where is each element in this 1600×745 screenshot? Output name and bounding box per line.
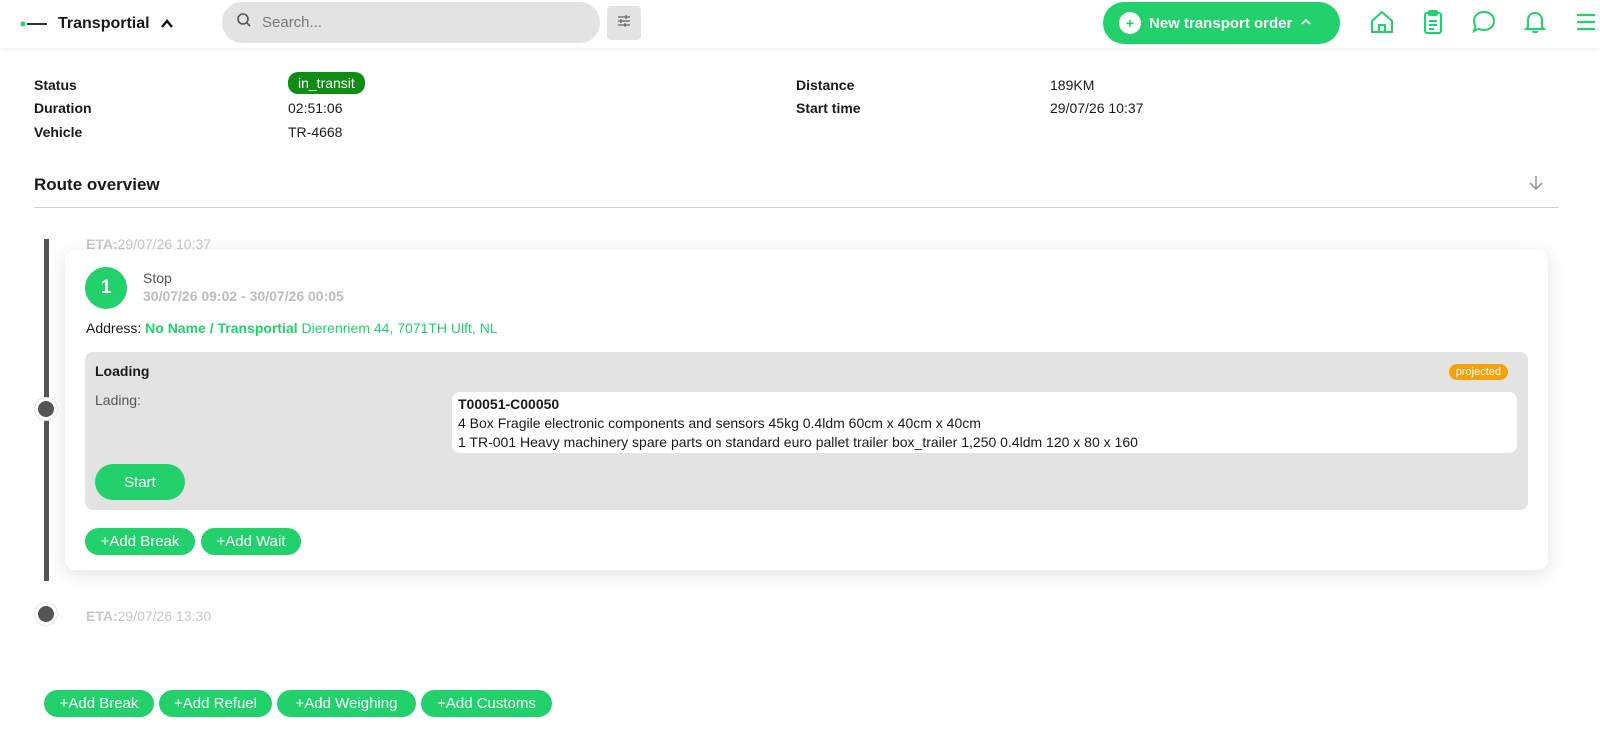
stop-type: Stop	[143, 270, 172, 286]
vehicle-value: TR-4668	[288, 124, 343, 140]
timeline-dot	[35, 603, 57, 625]
start-time-label: Start time	[796, 100, 861, 116]
distance-label: Distance	[796, 77, 855, 93]
plus-icon: +	[1119, 12, 1141, 34]
timeline-dot	[35, 398, 57, 420]
add-break-button[interactable]: +Add Break	[85, 528, 195, 555]
add-customs-button[interactable]: +Add Customs	[421, 690, 552, 717]
new-transport-order-button[interactable]: + New transport order	[1103, 2, 1340, 44]
search-icon	[236, 12, 252, 33]
start-button[interactable]: Start	[95, 464, 185, 500]
chevron-up-icon	[160, 17, 174, 31]
distance-value: 189KM	[1050, 77, 1095, 93]
duration-label: Duration	[34, 100, 92, 116]
lading-details: T00051-C00050 4 Box Fragile electronic c…	[452, 392, 1517, 453]
transportial-logo-icon	[20, 20, 48, 28]
home-icon[interactable]	[1368, 8, 1396, 36]
loading-action: Loading projected Lading: T00051-C00050 …	[85, 352, 1528, 510]
brand-switcher[interactable]: Transportial	[20, 14, 174, 34]
add-refuel-button[interactable]: +Add Refuel	[159, 690, 272, 717]
lading-line: 1 TR-001 Heavy machinery spare parts on …	[458, 434, 1138, 450]
status-label: Status	[34, 77, 77, 93]
new-order-label: New transport order	[1149, 14, 1293, 32]
chat-icon[interactable]	[1470, 8, 1498, 36]
header-icons	[1368, 8, 1600, 36]
filter-button[interactable]	[607, 6, 641, 40]
search-bar	[222, 2, 600, 43]
status-value: in_transit	[288, 72, 365, 94]
lading-line: 4 Box Fragile electronic components and …	[458, 415, 981, 431]
address-label: Address:	[86, 320, 142, 336]
bell-icon[interactable]	[1521, 8, 1549, 36]
menu-icon[interactable]	[1572, 8, 1600, 36]
arrow-down-icon[interactable]	[1527, 174, 1545, 192]
route-overview-title: Route overview	[34, 175, 160, 194]
clipboard-icon[interactable]	[1419, 8, 1447, 36]
lading-label: Lading:	[95, 392, 141, 408]
brand-name: Transportial	[58, 15, 150, 32]
section-divider	[34, 207, 1559, 208]
sliders-icon	[616, 13, 632, 34]
duration-value: 02:51:06	[288, 100, 343, 116]
stop-card[interactable]: 1 Stop 30/07/26 09:02 - 30/07/26 00:05 A…	[65, 250, 1548, 570]
search-input[interactable]	[262, 14, 562, 31]
add-wait-button[interactable]: +Add Wait	[201, 528, 301, 555]
stop-address: Address: No Name / Transportial Dierenri…	[86, 320, 498, 336]
eta-label: ETA:	[86, 608, 118, 624]
chevron-up-icon	[1300, 15, 1312, 32]
action-title: Loading	[95, 363, 150, 379]
address-street[interactable]: Dierenriem 44, 7071TH Ulft, NL	[302, 320, 498, 336]
lading-id: T00051-C00050	[458, 396, 560, 412]
projected-badge: projected	[1448, 364, 1508, 380]
stop-time-window: 30/07/26 09:02 - 30/07/26 00:05	[143, 288, 344, 304]
status-badge: in_transit	[288, 72, 365, 94]
start-time-value: 29/07/26 10:37	[1050, 100, 1144, 116]
eta-value: 29/07/26 13:30	[117, 608, 212, 624]
add-weighing-button[interactable]: +Add Weighing	[277, 690, 416, 717]
vehicle-label: Vehicle	[34, 124, 83, 140]
top-bar: Transportial + New transport order	[0, 0, 1600, 48]
eta-last: ETA:29/07/26 13:30	[86, 608, 211, 624]
add-break-button[interactable]: +Add Break	[44, 690, 154, 717]
address-name[interactable]: No Name / Transportial	[145, 320, 297, 336]
stop-number: 1	[85, 267, 127, 309]
